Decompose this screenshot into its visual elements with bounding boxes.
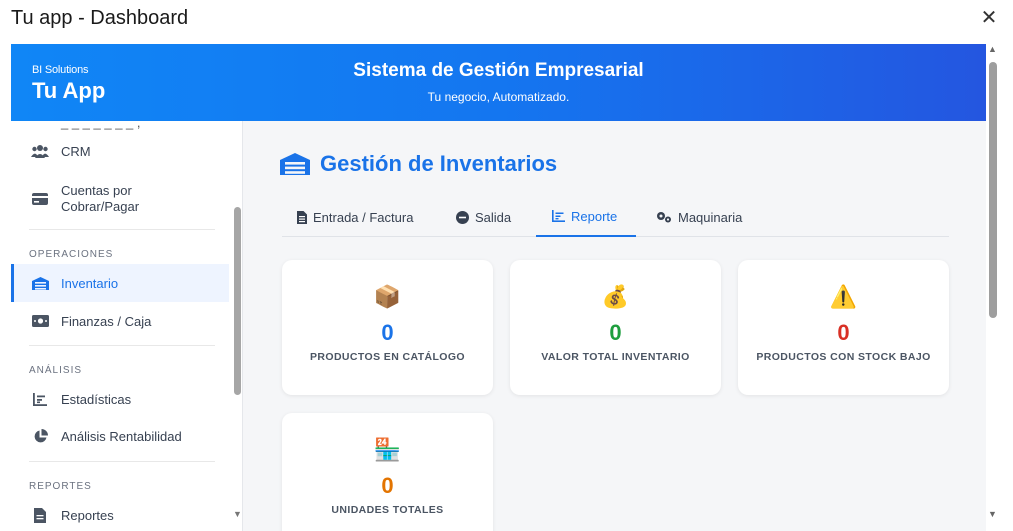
money-bag-icon: 💰	[601, 284, 630, 309]
tab-bar: Entrada / Factura Salida Reporte Maquina…	[282, 197, 949, 237]
sidebar-item-label: Inventario	[61, 275, 119, 291]
tab-entrada-factura[interactable]: Entrada / Factura	[297, 197, 413, 237]
tab-label: Entrada / Factura	[313, 209, 414, 225]
sidebar-item-estadisticas[interactable]: Estadísticas	[11, 387, 229, 411]
system-subtitle: Tu negocio, Automatizado.	[427, 90, 570, 104]
stat-label: VALOR TOTAL INVENTARIO	[541, 351, 690, 363]
sidebar-item-reportes[interactable]: Reportes	[11, 503, 229, 527]
package-icon: 📦	[373, 284, 402, 309]
money-bill-icon	[29, 315, 51, 327]
sidebar-item-finanzas[interactable]: Finanzas / Caja	[11, 309, 229, 333]
sidebar-item-label: Finanzas / Caja	[61, 313, 152, 329]
close-icon[interactable]: ✕	[979, 8, 999, 28]
system-title: Sistema de Gestión Empresarial	[353, 60, 644, 81]
stat-card-stock-bajo: ⚠️ 0 PRODUCTOS CON STOCK BAJO	[738, 260, 949, 395]
tab-reporte[interactable]: Reporte	[536, 197, 636, 237]
section-reportes: REPORTES	[29, 481, 92, 492]
stat-value: 0	[837, 320, 850, 345]
page-title-text: Gestión de Inventarios	[320, 151, 558, 176]
clipped-item-fragment: _ _ _ _ _ _ _ ,	[61, 121, 141, 130]
window-titlebar: Tu app - Dashboard ✕	[0, 0, 1013, 40]
tab-maquinaria[interactable]: Maquinaria	[656, 197, 742, 237]
stat-label: UNIDADES TOTALES	[331, 504, 444, 516]
sidebar-divider	[29, 461, 215, 462]
stat-label: PRODUCTOS CON STOCK BAJO	[756, 351, 931, 363]
cogs-icon	[656, 211, 672, 223]
window-scrollbar-thumb[interactable]	[989, 62, 997, 318]
sidebar-item-inventario[interactable]: Inventario	[11, 264, 229, 302]
tab-label: Salida	[475, 209, 512, 225]
app-header: BI Solutions Tu App Sistema de Gestión E…	[11, 44, 986, 121]
tab-label: Reporte	[571, 208, 618, 224]
file-icon	[29, 507, 51, 523]
sidebar-item-label: Estadísticas	[61, 391, 132, 407]
sidebar-item-label: Análisis Rentabilidad	[61, 428, 182, 444]
stat-card-productos-catalogo: 📦 0 PRODUCTOS EN CATÁLOGO	[282, 260, 493, 395]
section-operaciones: OPERACIONES	[29, 249, 114, 260]
sidebar-item-label: CRM	[61, 143, 91, 159]
warning-icon: ⚠️	[829, 284, 858, 309]
main-content: Gestión de Inventarios Entrada / Factura…	[243, 121, 986, 531]
sidebar-item-cuentas[interactable]: Cuentas por Cobrar/Pagar	[11, 179, 229, 219]
sidebar-item-label: Cuentas por Cobrar/Pagar	[61, 183, 140, 214]
stat-value: 0	[381, 473, 394, 498]
sidebar-scrollbar[interactable]: ▼	[231, 121, 242, 531]
sidebar-item-rentabilidad[interactable]: Análisis Rentabilidad	[11, 424, 229, 448]
stat-label: PRODUCTOS EN CATÁLOGO	[309, 351, 465, 363]
stat-value: 0	[381, 320, 394, 345]
scroll-up-icon[interactable]: ▲	[988, 44, 997, 54]
stat-value: 0	[609, 320, 622, 345]
pie-chart-icon	[29, 428, 51, 444]
store-icon: 🏪	[373, 437, 402, 462]
tab-salida[interactable]: Salida	[456, 197, 511, 237]
file-invoice-icon	[297, 210, 307, 224]
window-scrollbar[interactable]: ▲ ▼	[986, 44, 1000, 531]
scroll-down-icon[interactable]: ▼	[988, 509, 997, 519]
scroll-down-icon[interactable]: ▼	[233, 509, 242, 519]
minus-circle-icon	[456, 210, 469, 224]
sidebar-divider	[29, 229, 215, 230]
sidebar-item-crm[interactable]: CRM	[11, 139, 229, 163]
sidebar: _ _ _ _ _ _ _ , CRM Cuentas por Cobrar/P…	[11, 121, 243, 531]
users-icon	[29, 144, 51, 158]
section-analisis: ANÁLISIS	[29, 365, 83, 376]
stat-card-unidades-totales: 🏪 0 UNIDADES TOTALES	[282, 413, 493, 531]
sidebar-scrollbar-thumb[interactable]	[234, 207, 241, 395]
sidebar-divider	[29, 345, 215, 346]
sidebar-item-label: Reportes	[61, 507, 114, 523]
tab-label: Maquinaria	[678, 209, 743, 225]
chart-line-icon	[552, 210, 565, 222]
page-title: Gestión de Inventarios	[280, 151, 557, 177]
warehouse-icon	[29, 276, 51, 290]
credit-card-icon	[29, 193, 51, 205]
warehouse-icon	[280, 153, 310, 175]
stat-card-valor-total: 💰 0 VALOR TOTAL INVENTARIO	[510, 260, 721, 395]
app-container: BI Solutions Tu App Sistema de Gestión E…	[11, 44, 986, 531]
bar-chart-icon	[29, 392, 51, 406]
window-title: Tu app - Dashboard	[11, 7, 189, 29]
